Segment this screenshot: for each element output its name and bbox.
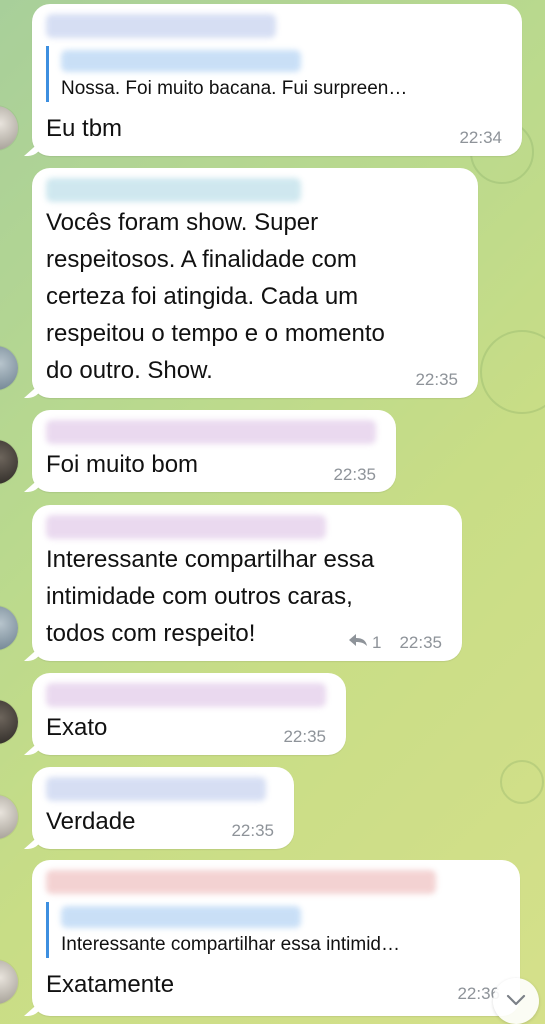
message-time: 22:35 xyxy=(333,465,376,484)
message-text: Interessante compartilhar essa intimidad… xyxy=(46,541,374,652)
avatar[interactable] xyxy=(0,606,18,650)
background-doodle xyxy=(500,760,544,804)
message-text: Verdade xyxy=(46,808,136,835)
sender-name xyxy=(46,178,301,202)
message-bubble[interactable]: Verdade 22:35 xyxy=(32,767,294,849)
message-text: Foi muito bom xyxy=(46,451,199,478)
avatar[interactable] xyxy=(0,440,18,484)
avatar[interactable] xyxy=(0,960,18,1004)
sender-name xyxy=(46,777,266,801)
sender-name xyxy=(46,683,326,707)
reply-arrow-icon[interactable] xyxy=(348,633,368,652)
sender-name xyxy=(46,14,276,38)
message-bubble[interactable]: Exato 22:35 xyxy=(32,673,346,755)
reply-text: Nossa. Foi muito bacana. Fui surpreen… xyxy=(61,78,408,99)
message-line: intimidade com outros caras, xyxy=(46,583,353,610)
message-line: todos com respeito! xyxy=(46,620,256,647)
message-time: 22:35 xyxy=(231,821,274,840)
message-bubble[interactable]: Interessante compartilhar essa intimidad… xyxy=(32,505,462,661)
background-doodle xyxy=(480,330,545,414)
reply-quote[interactable]: Interessante compartilhar essa intimid… xyxy=(46,902,502,958)
avatar[interactable] xyxy=(0,700,18,744)
avatar[interactable] xyxy=(0,346,18,390)
message-bubble[interactable]: Interessante compartilhar essa intimid… … xyxy=(32,860,520,1016)
message-bubble[interactable]: Vocês foram show. Super respeitosos. A f… xyxy=(32,168,478,398)
message-text: Exatamente xyxy=(46,971,175,998)
message-text: Eu tbm xyxy=(46,115,123,142)
reply-quote[interactable]: Nossa. Foi muito bacana. Fui surpreen… xyxy=(46,46,504,102)
message-time: 22:35 xyxy=(415,370,458,389)
message-text: Vocês foram show. Super respeitosos. A f… xyxy=(46,204,385,389)
reply-sender-name xyxy=(61,50,301,72)
message-text: Exato xyxy=(46,714,108,741)
avatar[interactable] xyxy=(0,106,18,150)
reply-sender-name xyxy=(61,906,301,928)
message-line: respeitosos. A finalidade com xyxy=(46,246,357,273)
message-line: Interessante compartilhar essa xyxy=(46,546,375,573)
message-bubble[interactable]: Foi muito bom 22:35 xyxy=(32,410,396,492)
message-line: certeza foi atingida. Cada um xyxy=(46,283,359,310)
reply-count[interactable]: 1 xyxy=(372,633,381,653)
sender-name xyxy=(46,870,436,894)
scroll-to-bottom-button[interactable] xyxy=(493,978,539,1024)
message-time: 22:35 xyxy=(283,727,326,746)
sender-name xyxy=(46,420,376,444)
message-time: 22:35 xyxy=(399,633,442,652)
message-line: Vocês foram show. Super xyxy=(46,209,319,236)
message-line: do outro. Show. xyxy=(46,357,213,384)
avatar[interactable] xyxy=(0,795,18,839)
sender-name xyxy=(46,515,326,539)
message-line: respeitou o tempo e o momento xyxy=(46,320,385,347)
reply-text: Interessante compartilhar essa intimid… xyxy=(61,934,400,955)
message-time: 22:34 xyxy=(459,128,502,147)
message-bubble[interactable]: Nossa. Foi muito bacana. Fui surpreen… E… xyxy=(32,4,522,156)
